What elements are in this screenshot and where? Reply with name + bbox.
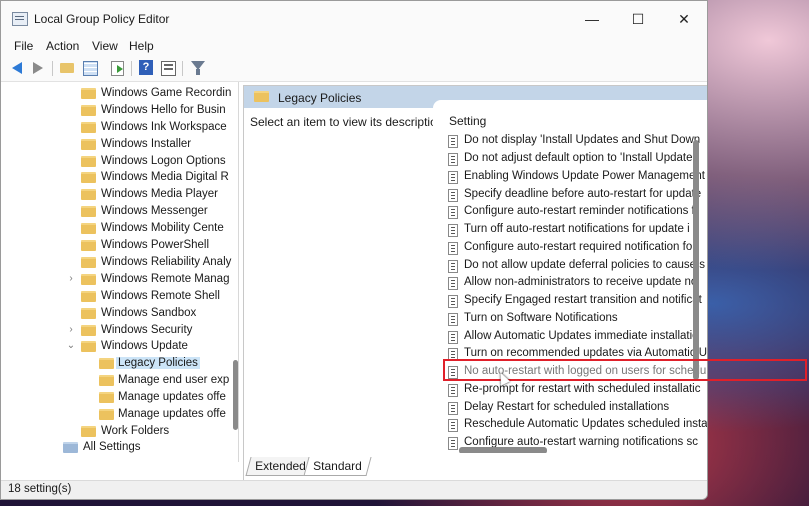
details-title: Legacy Policies xyxy=(278,91,362,105)
setting-row[interactable]: Specify Engaged restart transition and n… xyxy=(448,293,707,310)
policy-setting-icon xyxy=(448,384,458,397)
group-policy-editor-window: Local Group Policy Editor — ☐ ✕ File Act… xyxy=(0,0,708,500)
policy-setting-icon xyxy=(448,437,458,450)
help-icon[interactable]: ? xyxy=(138,60,154,76)
folder-icon xyxy=(81,105,96,116)
setting-row[interactable]: Turn on Software Notifications xyxy=(448,311,707,328)
gpedit-app-icon xyxy=(12,12,28,26)
folder-icon xyxy=(81,308,96,319)
folder-icon xyxy=(81,88,96,99)
setting-row[interactable]: Delay Restart for scheduled installation… xyxy=(448,400,707,417)
tab-standard[interactable]: Standard xyxy=(303,457,372,476)
menu-bar: File Action View Help xyxy=(1,37,707,57)
setting-row[interactable]: Allow non-administrators to receive upda… xyxy=(448,275,707,292)
maximize-button[interactable]: ☐ xyxy=(615,1,661,37)
policy-setting-icon xyxy=(448,277,458,290)
folder-icon xyxy=(81,206,96,217)
menu-file[interactable]: File xyxy=(14,39,33,53)
folder-icon xyxy=(81,172,96,183)
policy-setting-icon xyxy=(448,295,458,308)
folder-icon xyxy=(99,392,114,403)
menu-help[interactable]: Help xyxy=(129,39,154,53)
minimize-button[interactable]: — xyxy=(569,1,615,37)
column-header-setting[interactable]: Setting xyxy=(449,114,486,128)
export-list-icon[interactable] xyxy=(109,60,125,76)
policy-setting-icon xyxy=(448,189,458,202)
tree-vertical-scrollbar[interactable] xyxy=(233,360,238,430)
folder-icon xyxy=(81,139,96,150)
setting-row[interactable]: Specify deadline before auto-restart for… xyxy=(448,187,707,204)
title-bar: Local Group Policy Editor — ☐ ✕ xyxy=(1,1,707,37)
policy-setting-icon xyxy=(448,419,458,432)
policy-setting-icon xyxy=(448,313,458,326)
folder-icon xyxy=(81,156,96,167)
up-folder-icon[interactable] xyxy=(59,60,75,76)
tree-pane: Windows Game Recordin Windows Hello for … xyxy=(6,82,239,462)
status-text: 18 setting(s) xyxy=(8,483,72,495)
folder-icon xyxy=(81,426,96,437)
menu-action[interactable]: Action xyxy=(46,39,79,53)
view-icon[interactable] xyxy=(160,60,176,76)
folder-icon xyxy=(81,325,96,336)
folder-icon xyxy=(81,223,96,234)
folder-icon xyxy=(99,358,114,369)
expand-chevron-icon[interactable]: › xyxy=(66,273,76,284)
expand-chevron-icon[interactable]: › xyxy=(66,324,76,335)
policy-setting-icon xyxy=(448,206,458,219)
folder-icon xyxy=(99,375,114,386)
policy-setting-icon xyxy=(448,402,458,415)
setting-row[interactable]: Do not allow update deferral policies to… xyxy=(448,258,707,275)
policy-setting-icon xyxy=(448,135,458,148)
setting-row[interactable]: Re-prompt for restart with scheduled ins… xyxy=(448,382,707,399)
folder-icon xyxy=(99,409,114,420)
setting-row[interactable]: Enabling Windows Update Power Management xyxy=(448,169,707,186)
details-pane: Legacy Policies Select an item to view i… xyxy=(243,85,707,482)
setting-row[interactable]: Turn off auto-restart notifications for … xyxy=(448,222,707,239)
setting-row[interactable]: Do not adjust default option to 'Install… xyxy=(448,151,707,168)
folder-icon xyxy=(254,91,269,102)
folder-icon xyxy=(81,189,96,200)
setting-row[interactable]: Do not display 'Install Updates and Shut… xyxy=(448,133,707,150)
policy-setting-icon xyxy=(448,224,458,237)
collapse-chevron-icon[interactable]: ⌄ xyxy=(66,340,76,351)
policy-setting-icon xyxy=(448,242,458,255)
view-tabs: Extended Standard xyxy=(244,453,707,481)
list-vertical-scrollbar[interactable] xyxy=(693,140,699,380)
folder-icon xyxy=(81,122,96,133)
setting-row[interactable]: Configure auto-restart reminder notifica… xyxy=(448,204,707,221)
toolbar: ? xyxy=(1,57,707,82)
policy-setting-icon xyxy=(448,260,458,273)
setting-row[interactable]: Reschedule Automatic Updates scheduled i… xyxy=(448,417,707,434)
menu-view[interactable]: View xyxy=(92,39,118,53)
close-button[interactable]: ✕ xyxy=(661,1,707,37)
status-bar: 18 setting(s) xyxy=(1,480,707,499)
policy-setting-icon xyxy=(448,171,458,184)
folder-icon xyxy=(81,341,96,352)
folder-icon xyxy=(81,240,96,251)
setting-row[interactable]: Allow Automatic Updates immediate instal… xyxy=(448,329,707,346)
window-title: Local Group Policy Editor xyxy=(34,12,170,26)
back-icon[interactable] xyxy=(9,60,25,76)
all-settings-icon xyxy=(63,442,78,453)
folder-icon xyxy=(81,274,96,285)
filter-icon[interactable] xyxy=(190,60,206,76)
folder-icon xyxy=(81,257,96,268)
policy-setting-icon xyxy=(448,153,458,166)
folder-icon xyxy=(81,291,96,302)
setting-row[interactable]: Configure auto-restart required notifica… xyxy=(448,240,707,257)
description-text: Select an item to view its description. xyxy=(250,115,447,129)
policy-setting-icon xyxy=(448,331,458,344)
forward-icon[interactable] xyxy=(30,60,46,76)
settings-list: Setting Do not display 'Install Updates … xyxy=(433,100,707,451)
show-hide-tree-icon[interactable] xyxy=(82,60,98,76)
